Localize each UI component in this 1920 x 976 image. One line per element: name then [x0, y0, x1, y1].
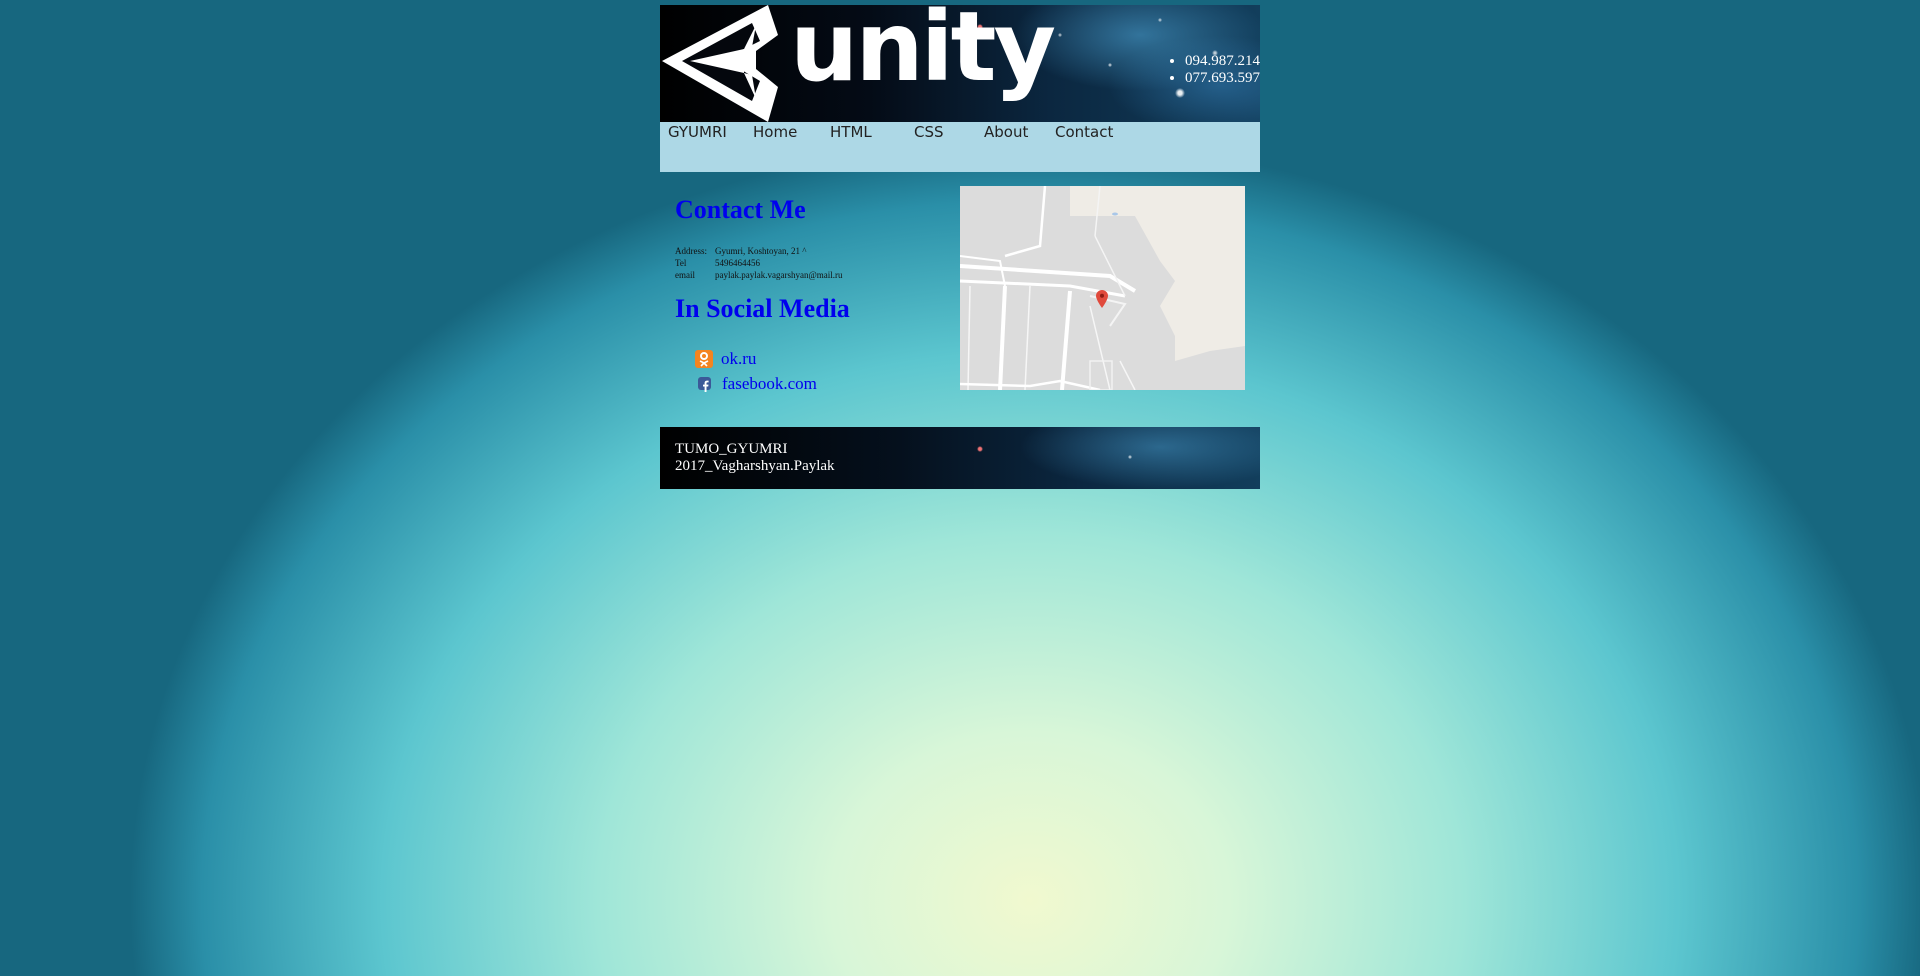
footer-org: TUMO_GYUMRI: [675, 441, 788, 457]
social-heading: In Social Media: [675, 294, 850, 323]
main-content: Contact Me Address: Gyumri, Koshtoyan, 2…: [660, 172, 1260, 422]
nav-item-gyumri[interactable]: GYUMRI: [668, 123, 727, 141]
contact-row: email paylak.paylak.vagarshyan@mail.ru: [675, 269, 851, 281]
list-item: fasebook.com: [695, 371, 817, 396]
footer-credit: 2017_Vagharshyan.Paylak: [675, 458, 835, 474]
footer-banner: TUMO_GYUMRI 2017_Vagharshyan.Paylak: [660, 427, 1260, 489]
contact-label: Address:: [675, 246, 707, 256]
nav-item-home[interactable]: Home: [753, 123, 797, 141]
contact-row: Address: Gyumri, Koshtoyan, 21 ^: [675, 245, 851, 257]
phone-list: 094.987.214 077.693.597: [1167, 53, 1260, 87]
contact-label: email: [675, 270, 695, 280]
contact-info-table: Address: Gyumri, Koshtoyan, 21 ^ Tel 549…: [675, 245, 851, 281]
main-nav: GYUMRI Home HTML CSS About Contact: [660, 122, 1260, 172]
location-map[interactable]: [960, 186, 1245, 390]
contact-label: Tel: [675, 258, 687, 268]
nav-item-css[interactable]: CSS: [914, 123, 944, 141]
phone-number: 094.987.214: [1185, 53, 1260, 70]
contact-heading: Contact Me: [675, 195, 806, 224]
facebook-link[interactable]: fasebook.com: [722, 374, 817, 394]
nav-item-html[interactable]: HTML: [830, 123, 872, 141]
facebook-icon[interactable]: [698, 377, 711, 392]
ok-link[interactable]: ok.ru: [721, 349, 756, 369]
nav-item-about[interactable]: About: [984, 123, 1028, 141]
contact-value: 5496464456: [715, 258, 760, 268]
ok-icon[interactable]: [695, 349, 713, 368]
contact-value: paylak.paylak.vagarshyan@mail.ru: [715, 270, 843, 280]
nav-item-contact[interactable]: Contact: [1055, 123, 1113, 141]
header-banner: unity 094.987.214 077.693.597: [660, 5, 1260, 122]
phone-number: 077.693.597: [1185, 70, 1260, 87]
page-container: unity 094.987.214 077.693.597 GYUMRI Hom…: [660, 5, 1260, 422]
map-image: [960, 186, 1245, 390]
contact-value: Gyumri, Koshtoyan, 21 ^: [715, 246, 807, 256]
unity-logo-icon: [662, 5, 778, 122]
contact-row: Tel 5496464456: [675, 257, 851, 269]
map-marker-icon: [1096, 290, 1108, 308]
logo-wordmark: unity: [790, 5, 1056, 103]
list-item: ok.ru: [695, 346, 817, 371]
social-links-list: ok.ru fasebook.com: [695, 346, 817, 396]
